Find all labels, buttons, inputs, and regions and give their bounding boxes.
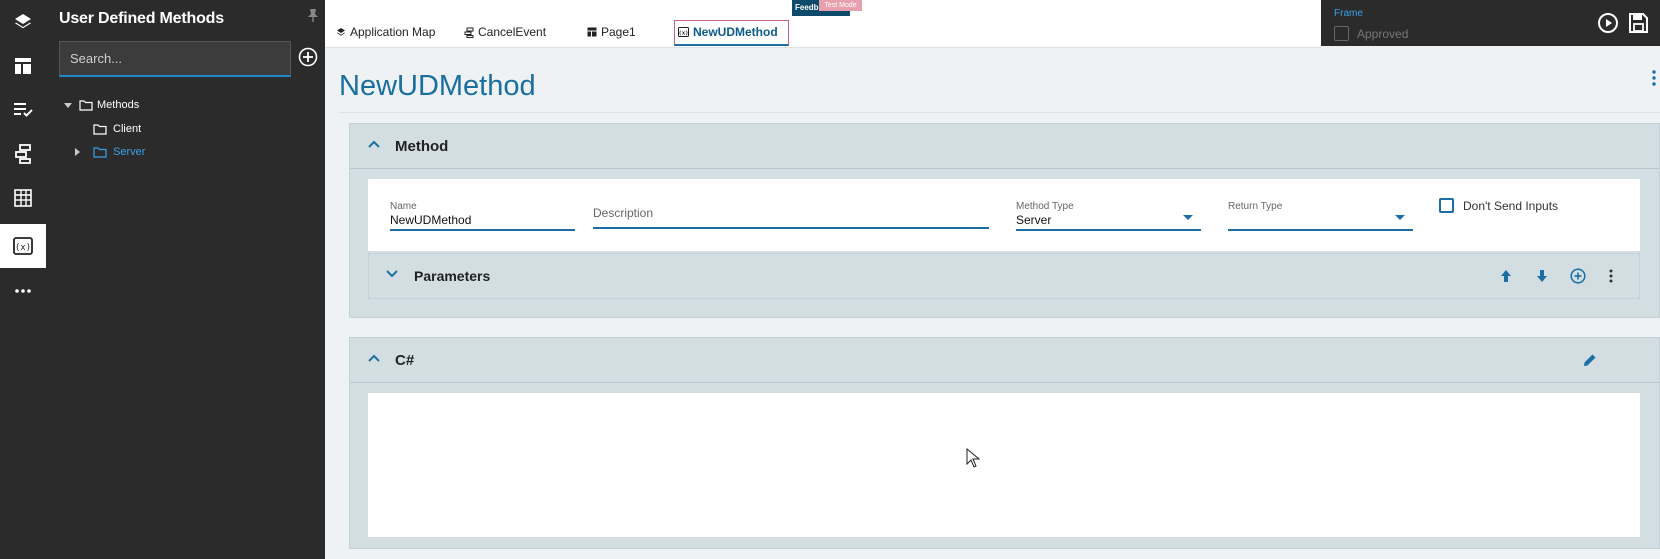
rail-layers-button[interactable] xyxy=(0,0,46,44)
rail-layout-button[interactable] xyxy=(0,44,46,88)
name-field-underline xyxy=(390,229,575,231)
side-panel: User Defined Methods Methods Client Serv… xyxy=(46,0,325,559)
tab-newudmethod-label[interactable]: (x) NewUDMethod xyxy=(678,22,778,42)
rail-workflow-button[interactable] xyxy=(0,132,46,176)
tab-cancel-event[interactable]: CancelEvent xyxy=(464,22,546,42)
method-section-header[interactable]: Method xyxy=(350,124,1659,169)
dont-send-inputs-checkbox[interactable]: Don't Send Inputs xyxy=(1439,198,1558,213)
event-icon xyxy=(464,27,474,38)
code-editor[interactable] xyxy=(368,393,1640,537)
chevron-down-icon[interactable] xyxy=(386,270,398,278)
dropdown-arrow-icon[interactable] xyxy=(1183,215,1193,220)
page-icon xyxy=(587,27,597,37)
layout-icon xyxy=(15,58,31,74)
rail-table-button[interactable] xyxy=(0,176,46,220)
folder-icon xyxy=(79,99,93,111)
workflow-icon xyxy=(15,144,31,164)
icon-rail: (x) xyxy=(0,0,46,559)
svg-text:(x): (x) xyxy=(15,243,31,253)
rail-methods-button[interactable]: (x) xyxy=(0,224,46,268)
more-vertical-icon[interactable] xyxy=(1609,269,1613,283)
return-type-value xyxy=(1228,213,1413,227)
mouse-cursor-icon xyxy=(966,448,980,468)
caret-right-icon[interactable] xyxy=(72,147,82,157)
frame-label: Frame xyxy=(1334,8,1363,19)
test-mode-badge: Test Mode xyxy=(819,0,862,11)
parameters-section[interactable]: Parameters xyxy=(368,253,1640,299)
return-type-select[interactable]: Return Type xyxy=(1228,201,1413,231)
svg-text:(x): (x) xyxy=(679,31,689,37)
add-circle-icon[interactable] xyxy=(298,47,318,67)
description-field[interactable]: Description xyxy=(593,206,989,229)
rail-more-button[interactable] xyxy=(0,269,46,313)
name-field-value[interactable]: NewUDMethod xyxy=(390,213,575,227)
code-section-title: C# xyxy=(395,352,415,369)
tree-item-client[interactable]: Client xyxy=(93,123,141,135)
description-field-underline xyxy=(593,227,989,229)
page-title: NewUDMethod xyxy=(339,70,536,102)
tab-label: NewUDMethod xyxy=(693,25,778,39)
code-section: C# xyxy=(349,337,1660,549)
layers-icon xyxy=(337,28,345,36)
approved-checkbox-box[interactable] xyxy=(1334,26,1349,41)
method-icon: (x) xyxy=(678,27,689,37)
tab-label: Page1 xyxy=(601,25,636,39)
rail-checklist-button[interactable] xyxy=(0,88,46,132)
method-type-label: Method Type xyxy=(1016,201,1074,212)
method-type-select[interactable]: Method Type Server xyxy=(1016,201,1201,231)
checklist-icon xyxy=(14,103,33,117)
add-circle-icon[interactable] xyxy=(1570,268,1586,284)
method-section: Method Name NewUDMethod Description Meth… xyxy=(349,123,1660,318)
return-type-label: Return Type xyxy=(1228,201,1283,212)
tree-label: Methods xyxy=(97,99,140,111)
dont-send-inputs-box[interactable] xyxy=(1439,198,1454,213)
tab-bar: Application Map CancelEvent Page1 (x) Ne… xyxy=(325,0,1321,48)
search-input[interactable] xyxy=(59,41,291,77)
pin-icon[interactable] xyxy=(307,8,319,22)
dropdown-arrow-icon[interactable] xyxy=(1395,215,1405,220)
function-variable-icon: (x) xyxy=(13,237,33,255)
save-icon[interactable] xyxy=(1627,12,1649,34)
approved-label: Approved xyxy=(1357,26,1409,41)
tree-item-methods[interactable]: Methods xyxy=(63,99,139,111)
return-type-underline xyxy=(1228,229,1413,231)
chevron-up-icon[interactable] xyxy=(368,354,380,362)
arrow-up-icon[interactable] xyxy=(1499,268,1513,284)
panel-title: User Defined Methods xyxy=(59,10,224,27)
tab-label: Application Map xyxy=(350,25,436,39)
chevron-up-icon[interactable] xyxy=(368,140,380,148)
edit-pencil-icon[interactable] xyxy=(1582,352,1598,368)
arrow-down-icon[interactable] xyxy=(1535,268,1549,284)
tab-label: CancelEvent xyxy=(478,25,547,39)
description-placeholder: Description xyxy=(593,206,654,220)
more-horizontal-icon xyxy=(15,289,31,293)
code-section-header[interactable]: C# xyxy=(350,338,1659,383)
parameters-title: Parameters xyxy=(414,268,491,284)
tab-application-map[interactable]: Application Map xyxy=(336,22,435,42)
method-type-value: Server xyxy=(1016,213,1052,227)
method-type-underline xyxy=(1016,229,1201,231)
table-icon xyxy=(14,189,32,207)
method-form-card: Name NewUDMethod Description Method Type… xyxy=(368,179,1640,251)
name-field[interactable]: Name NewUDMethod xyxy=(390,201,575,231)
name-field-label: Name xyxy=(390,201,417,212)
method-section-title: Method xyxy=(395,138,449,155)
folder-icon xyxy=(93,146,107,158)
approved-checkbox[interactable]: Approved xyxy=(1334,26,1408,41)
play-circle-icon[interactable] xyxy=(1597,12,1619,34)
layers-icon xyxy=(15,14,31,29)
more-vertical-icon[interactable] xyxy=(1652,70,1656,86)
tab-page1[interactable]: Page1 xyxy=(587,22,636,42)
title-divider xyxy=(339,112,1660,113)
caret-down-icon[interactable] xyxy=(63,100,73,110)
tree-label: Server xyxy=(113,146,146,158)
dont-send-inputs-label: Don't Send Inputs xyxy=(1463,198,1559,213)
tree-item-server[interactable]: Server xyxy=(72,146,145,158)
folder-icon xyxy=(93,123,107,135)
tree-label: Client xyxy=(113,123,142,135)
